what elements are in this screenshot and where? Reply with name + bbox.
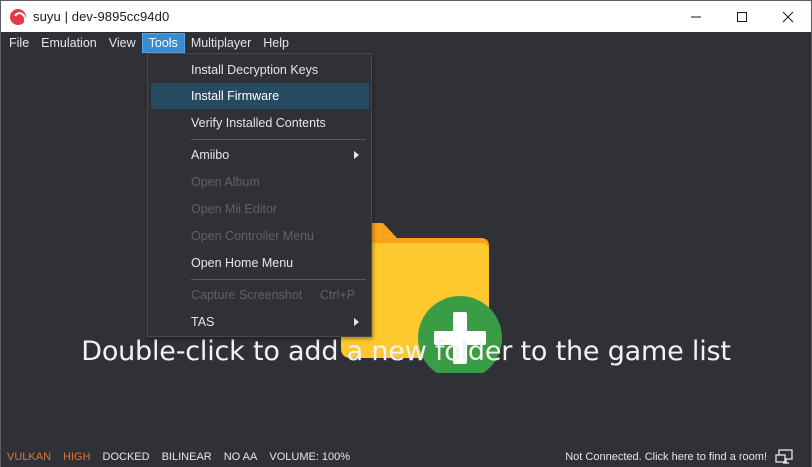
menu-item-label: Open Home Menu	[191, 256, 294, 270]
window-controls	[673, 1, 811, 32]
menu-item-shortcut: Ctrl+P	[320, 288, 356, 302]
window-title: suyu | dev-9895cc94d0	[33, 9, 170, 24]
menu-item-label: Verify Installed Contents	[191, 116, 326, 130]
menu-item-label: Capture Screenshot	[191, 288, 303, 302]
menu-item-open-home-menu[interactable]: Open Home Menu	[151, 250, 369, 276]
menu-view[interactable]: View	[103, 33, 142, 53]
status-bar: VULKAN HIGH DOCKED BILINEAR NO AA VOLUME…	[1, 446, 811, 467]
menu-item-capture-screenshot: Capture Screenshot Ctrl+P	[151, 282, 369, 308]
minimize-icon	[691, 16, 701, 17]
tools-menu-dropdown: Install Decryption Keys Install Firmware…	[147, 53, 372, 337]
menu-multiplayer[interactable]: Multiplayer	[185, 33, 257, 53]
menu-separator	[191, 139, 366, 140]
menu-item-tas[interactable]: TAS	[151, 309, 369, 335]
menu-item-label: Install Firmware	[191, 89, 280, 103]
maximize-icon	[737, 11, 747, 22]
menu-item-amiibo[interactable]: Amiibo	[151, 142, 369, 168]
menu-item-label: TAS	[191, 315, 215, 329]
menu-item-label: Open Mii Editor	[191, 202, 278, 216]
menu-emulation[interactable]: Emulation	[35, 33, 103, 53]
close-icon	[782, 11, 794, 22]
menu-item-open-controller-menu: Open Controller Menu	[151, 223, 369, 249]
menu-item-verify-installed-contents[interactable]: Verify Installed Contents	[151, 110, 369, 136]
menu-tools[interactable]: Tools	[141, 32, 185, 53]
close-button[interactable]	[765, 1, 811, 32]
menu-bar: File Emulation View Tools Multiplayer He…	[1, 32, 811, 53]
empty-list-message: Double-click to add a new folder to the …	[81, 336, 731, 367]
menu-item-open-mii-editor: Open Mii Editor	[151, 196, 369, 222]
menu-item-open-album: Open Album	[151, 169, 369, 195]
menu-item-label: Open Controller Menu	[191, 229, 314, 243]
aa-status[interactable]: NO AA	[218, 451, 264, 463]
minimize-button[interactable]	[673, 1, 719, 32]
volume-status[interactable]: VOLUME: 100%	[263, 451, 356, 463]
app-window: suyu | dev-9895cc94d0 File Emulation Vie…	[0, 0, 812, 467]
menu-item-install-firmware[interactable]: Install Firmware	[151, 83, 369, 109]
renderer-status[interactable]: VULKAN	[1, 451, 57, 463]
menu-item-label: Amiibo	[191, 148, 230, 162]
title-bar[interactable]: suyu | dev-9895cc94d0	[1, 1, 811, 32]
menu-item-install-decryption-keys[interactable]: Install Decryption Keys	[151, 57, 369, 83]
suyu-logo-icon	[10, 8, 26, 25]
menu-item-label: Open Album	[191, 175, 260, 189]
submenu-arrow-icon	[354, 151, 359, 159]
submenu-arrow-icon	[354, 318, 359, 326]
maximize-button[interactable]	[719, 1, 765, 32]
dock-mode-status[interactable]: DOCKED	[97, 451, 156, 463]
menu-file[interactable]: File	[3, 33, 35, 53]
menu-item-label: Install Decryption Keys	[191, 63, 319, 77]
filter-status[interactable]: BILINEAR	[156, 451, 218, 463]
network-disconnected-icon[interactable]	[775, 449, 795, 465]
menu-help[interactable]: Help	[257, 33, 295, 53]
menu-separator	[191, 279, 366, 280]
game-list-area[interactable]: Double-click to add a new folder to the …	[1, 53, 811, 446]
network-status[interactable]: Not Connected. Click here to find a room…	[565, 446, 767, 467]
gpu-accuracy-status[interactable]: HIGH	[57, 451, 97, 463]
